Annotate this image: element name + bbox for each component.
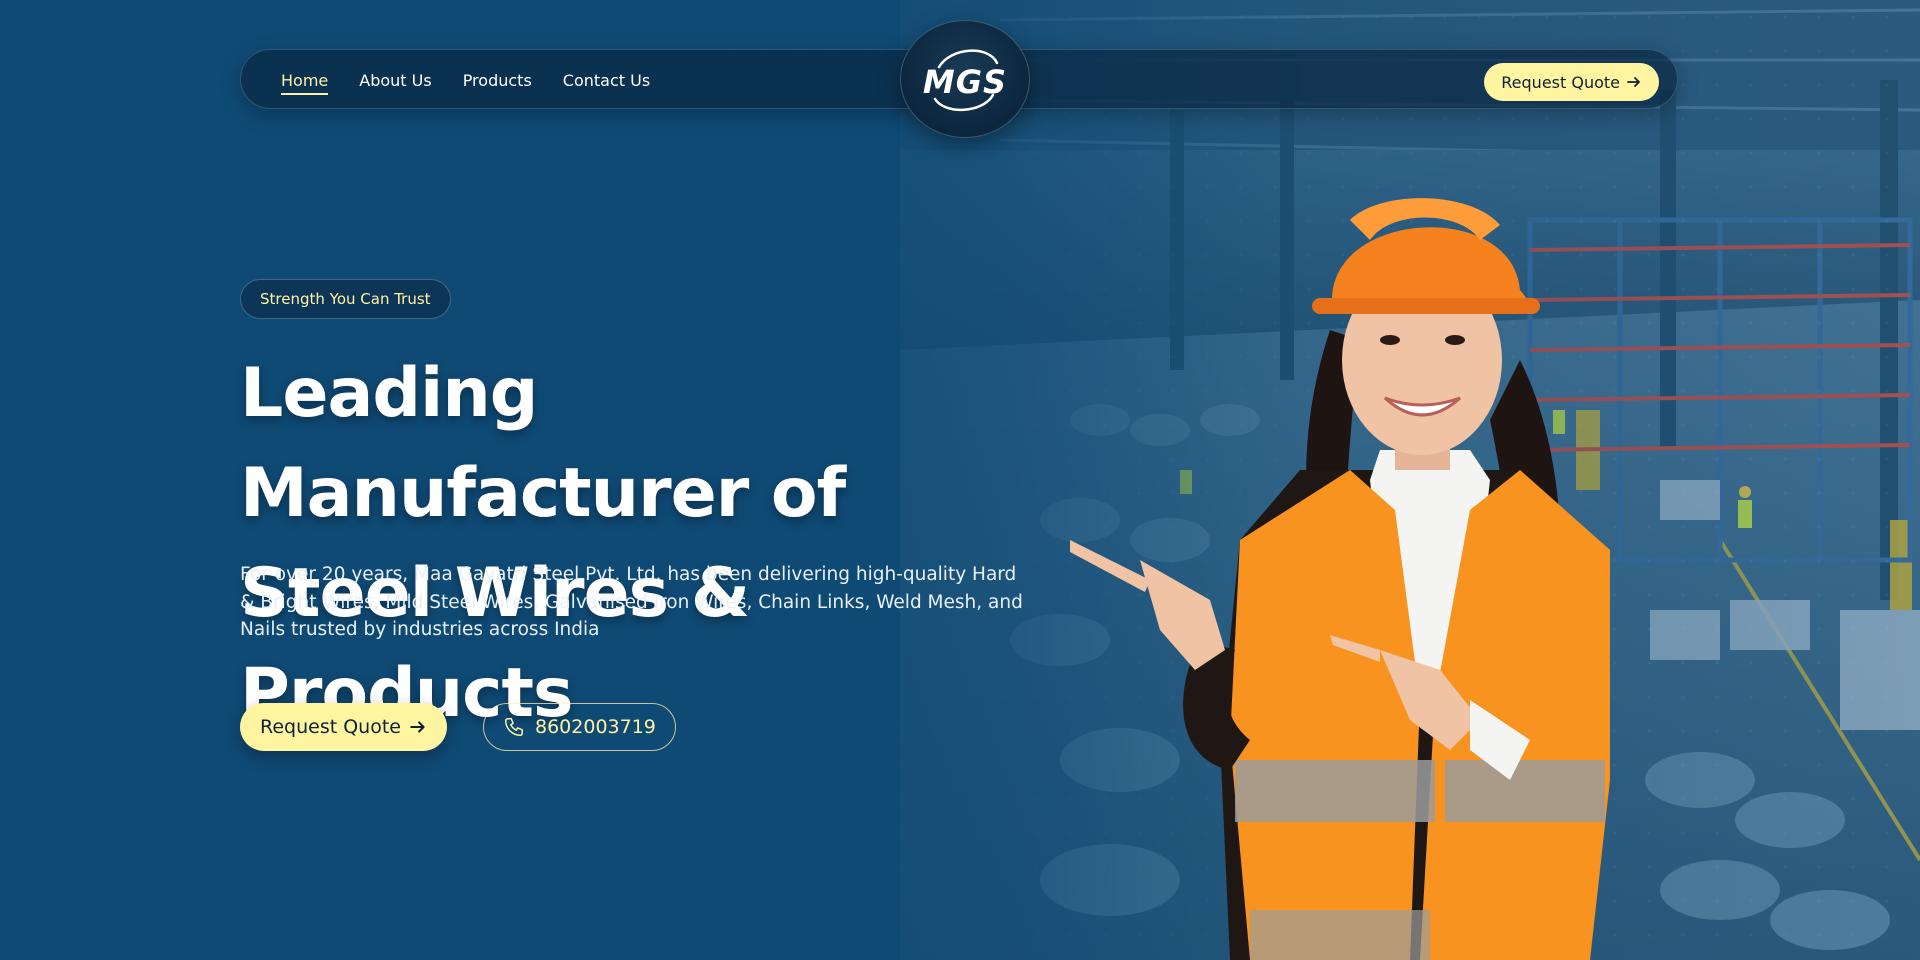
nav-request-quote-label: Request Quote [1501, 72, 1620, 92]
brand-logo[interactable]: MGS [900, 20, 1030, 138]
hero-description: For over 20 years, Maa Gayatri Steel Pvt… [240, 564, 1023, 640]
phone-call-button[interactable]: 8602003719 [483, 703, 676, 751]
nav-link-contact-us[interactable]: Contact Us [563, 71, 650, 90]
nav-links: Home About Us Products Contact Us [281, 50, 650, 110]
phone-icon [505, 718, 523, 736]
logo-text: MGS [922, 63, 1008, 101]
request-quote-label: Request Quote [260, 716, 401, 738]
phone-number: 8602003719 [535, 716, 656, 738]
request-quote-button[interactable]: Request Quote [240, 703, 447, 751]
arrow-right-icon [1627, 77, 1640, 87]
nav-link-home[interactable]: Home [281, 71, 329, 95]
arrow-right-icon [410, 721, 425, 733]
tagline-badge: Strength You Can Trust [240, 279, 451, 319]
nav-link-about-us[interactable]: About Us [359, 71, 431, 90]
engineer-woman-image [1070, 198, 1610, 960]
nav-request-quote-button[interactable]: Request Quote [1484, 63, 1659, 101]
nav-link-products[interactable]: Products [463, 71, 532, 90]
headline-line-1: Leading Manufacturer of [240, 354, 846, 533]
hero-section: Home About Us Products Contact Us Reques… [0, 0, 1920, 960]
hero-headline: Leading Manufacturer of Steel Wires & Pr… [240, 344, 1060, 744]
